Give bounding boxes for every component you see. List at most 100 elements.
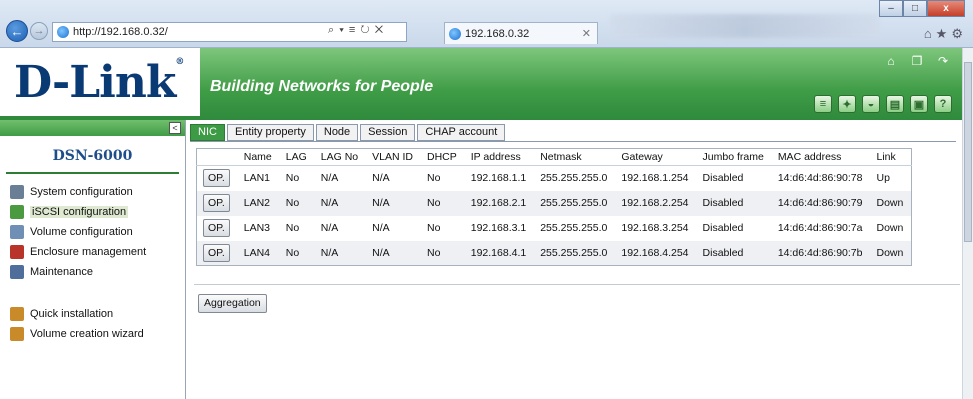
column-header: VLAN ID <box>366 148 421 166</box>
maintenance-icon <box>10 265 24 279</box>
browser-chrome: ← → http://192.168.0.32/ ⌕ ▾ ≡ ↻ ✕ 192.1… <box>0 0 973 48</box>
sidebar-item-volume-creation-wizard[interactable]: Volume creation wizard <box>0 324 185 344</box>
table-cell: 192.168.3.1 <box>470 222 527 234</box>
table-cell: No <box>285 222 300 234</box>
browser-tab-title: 192.168.0.32 <box>465 27 530 40</box>
blurred-tabs <box>610 14 880 38</box>
reboot-icon[interactable]: ❐ <box>910 54 924 68</box>
browser-tab[interactable]: 192.168.0.32 ✕ <box>444 22 598 44</box>
logout-icon[interactable]: ↷ <box>936 54 950 68</box>
volume-wizard-icon <box>10 327 24 341</box>
column-header: DHCP <box>420 148 465 166</box>
tab-chap-account[interactable]: CHAP account <box>417 124 506 141</box>
sidebar-item-label: System configuration <box>30 186 133 198</box>
home-icon[interactable]: ⌂ <box>884 54 898 68</box>
tab-session[interactable]: Session <box>360 124 416 141</box>
banner: Building Networks for People ⌂ ❐ ↷ ≡ ✦ ◒ ▤ ▣? <box>200 48 962 120</box>
column-header: Name <box>237 148 280 166</box>
tool-icons: ≡ ✦ ◒ ▤ ▣? <box>814 95 952 113</box>
main-menu: System configuration iSCSI configuration V… <box>0 182 185 282</box>
sidebar: < DSN-6000 System configuration iSCSI con… <box>0 120 186 399</box>
sidebar-item-label: Volume configuration <box>30 226 133 238</box>
address-tools[interactable]: ⌕ ▾ ≡ ↻ ✕ <box>328 24 384 37</box>
table-cell: 192.168.4.254 <box>615 240 697 266</box>
table-cell: Disabled <box>696 190 772 216</box>
table-cell: LAN1 <box>243 172 270 185</box>
table-cell: 14:d6:4d:86:90:78 <box>777 172 863 185</box>
network-icon[interactable]: ◒ <box>862 95 880 113</box>
op-cell: OP. <box>196 190 238 216</box>
sidebar-item-iscsi-configuration[interactable]: iSCSI configuration <box>0 202 185 222</box>
logo-area: D-Link® <box>0 48 200 120</box>
column-header: MAC address <box>771 148 871 166</box>
table-cell: Up <box>876 172 890 185</box>
nic-table: Name LAG LAG No VLAN ID DHCP IP address Netmas… <box>196 148 913 266</box>
sidebar-item-label: Maintenance <box>30 266 93 278</box>
ie-page-icon <box>57 26 69 38</box>
address-url: http://192.168.0.32/ <box>73 26 168 38</box>
column-header: IP address <box>464 148 535 166</box>
table-cell: No <box>420 240 465 266</box>
sidebar-item-enclosure-management[interactable]: Enclosure management <box>0 242 185 262</box>
sidebar-item-quick-installation[interactable]: Quick installation <box>0 304 185 324</box>
table-cell: Down <box>870 190 912 216</box>
sidebar-item-label: iSCSI configuration <box>30 206 129 218</box>
table-cell: 192.168.2.254 <box>615 190 697 216</box>
maximize-button[interactable]: □ <box>903 0 927 17</box>
table-cell: Disabled <box>702 222 744 234</box>
table-cell: 255.255.255.0 <box>534 190 616 216</box>
sidebar-item-system-configuration[interactable]: System configuration <box>0 182 185 202</box>
sidebar-bar: < <box>0 120 185 136</box>
table-cell: 255.255.255.0 <box>534 240 616 266</box>
dlink-logo: D-Link® <box>14 56 184 108</box>
main-content: NIC Entity property Node Session CHAP accoun… <box>186 120 962 399</box>
column-header: Jumbo frame <box>696 148 772 166</box>
op-button[interactable]: OP. <box>203 194 230 212</box>
back-arrow-icon: ← <box>10 23 24 39</box>
save-icon[interactable]: ▤ <box>886 95 904 113</box>
forward-button[interactable]: → <box>30 22 48 40</box>
table-row: OP. LAN2 No N/A N/A No 192.168.2.1 255.255.255.… <box>196 190 912 216</box>
table-row: OP. LAN4 No N/A N/A No 192.168.4.1 255.255.255.… <box>196 240 912 266</box>
op-button[interactable]: OP. <box>203 169 230 188</box>
op-button[interactable]: OP. <box>203 243 230 262</box>
close-window-button[interactable]: x <box>927 0 965 17</box>
tab-favicon-icon <box>449 27 461 40</box>
table-cell: No <box>279 190 315 216</box>
column-header: LAG <box>279 148 315 166</box>
minimize-button[interactable]: – <box>879 0 903 17</box>
tab-node[interactable]: Node <box>315 124 359 141</box>
tab-entity-property[interactable]: Entity property <box>226 124 314 141</box>
page-scrollbar[interactable] <box>962 48 973 399</box>
collapse-sidebar-button[interactable]: < <box>169 122 181 134</box>
monitor-icon[interactable]: ▣ <box>910 95 928 113</box>
tab-close-icon[interactable]: ✕ <box>582 27 591 40</box>
top-icons: ⌂ ❐ ↷ <box>884 54 950 68</box>
table-cell: 192.168.1.254 <box>621 172 689 185</box>
sidebar-item-label: Enclosure management <box>30 246 147 258</box>
tab-bar: NIC Entity property Node Session CHAP accoun… <box>190 124 506 141</box>
enclosure-icon <box>10 245 24 259</box>
table-cell: Disabled <box>696 240 772 266</box>
sidebar-item-maintenance[interactable]: Maintenance <box>0 262 185 282</box>
scroll-thumb[interactable] <box>964 62 972 242</box>
tab-nic[interactable]: NIC <box>190 124 225 141</box>
table-cell: N/A <box>366 190 421 216</box>
disk-icon[interactable]: ≡ <box>814 95 832 113</box>
table-cell: Down <box>876 222 904 234</box>
sidebar-item-label: Quick installation <box>30 308 114 320</box>
column-header <box>196 148 238 166</box>
favorites-icons[interactable]: ⌂★⚙ <box>924 26 967 42</box>
op-cell: OP. <box>196 240 238 266</box>
table-cell: Down <box>870 240 912 266</box>
help-icon[interactable]: ? <box>934 95 952 113</box>
wizard-icon[interactable]: ✦ <box>838 95 856 113</box>
table-cell: 14:d6:4d:86:90:7b <box>771 240 871 266</box>
aggregation-button[interactable]: Aggregation <box>198 294 267 313</box>
device-name: DSN-6000 <box>52 148 133 164</box>
column-header: Gateway <box>615 148 697 166</box>
back-button[interactable]: ← <box>6 20 28 42</box>
sidebar-item-volume-configuration[interactable]: Volume configuration <box>0 222 185 242</box>
table-cell: N/A <box>372 222 390 234</box>
op-button[interactable]: OP. <box>203 219 230 237</box>
